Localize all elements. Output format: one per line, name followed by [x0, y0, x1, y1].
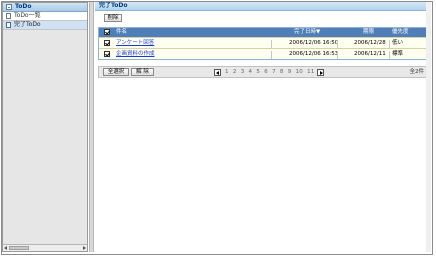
todo-subject-link[interactable]: 企画資料の作成 [116, 51, 155, 58]
row-checkbox[interactable] [104, 51, 110, 57]
sidebar: ToDo ToDo一覧 完了ToDo [2, 2, 88, 252]
sidebar-item-label: ToDo一覧 [14, 12, 41, 19]
page-link[interactable]: 8 [280, 69, 284, 75]
delete-button[interactable]: 削除 [104, 14, 122, 22]
column-divider [271, 51, 272, 59]
page-link[interactable]: 4 [249, 69, 253, 75]
scrollbar-thumb[interactable] [9, 246, 29, 250]
column-divider [389, 51, 390, 59]
table-row[interactable]: アンケート回答 2006/12/06 16:50 2006/12/28 低い [99, 37, 428, 48]
column-priority[interactable]: 優先度 [392, 29, 409, 36]
main-panel: 完了ToDo 削除 件名 完了日時▼ 期限 優先度 アンケート回答 2006/1… [95, 2, 431, 252]
sidebar-item-label: 完了ToDo [14, 21, 41, 28]
folder-icon [6, 4, 12, 10]
scroll-left-icon[interactable] [4, 246, 7, 250]
completed-datetime: 2006/12/06 16:50 [289, 40, 339, 46]
prev-page-icon[interactable] [214, 69, 221, 76]
column-subject[interactable]: 件名 [116, 29, 127, 36]
page-link[interactable]: 6 [264, 69, 268, 75]
page-numbers: 1 2 3 4 5 6 7 8 9 10 11 [225, 68, 317, 77]
todo-table: 件名 完了日時▼ 期限 優先度 アンケート回答 2006/12/06 16:50… [98, 27, 429, 60]
sidebar-horizontal-scrollbar[interactable] [3, 244, 87, 251]
sidebar-item-todo-list[interactable]: ToDo一覧 [3, 12, 87, 21]
column-due[interactable]: 期限 [363, 29, 374, 36]
todo-subject-link[interactable]: アンケート回答 [116, 40, 154, 47]
page-link[interactable]: 11 [307, 69, 314, 75]
column-completed[interactable]: 完了日時▼ [294, 29, 320, 36]
document-icon [6, 13, 11, 19]
scroll-right-icon[interactable] [83, 246, 86, 250]
pane-splitter[interactable] [89, 2, 94, 252]
page-link[interactable]: 3 [241, 69, 245, 75]
sidebar-header[interactable]: ToDo [3, 3, 87, 12]
sidebar-empty-area [3, 30, 87, 243]
due-date: 2006/12/28 [354, 40, 386, 46]
toolbar: 削除 [95, 11, 431, 23]
page-link[interactable]: 9 [288, 69, 292, 75]
page-link[interactable]: 10 [296, 69, 303, 75]
column-divider [389, 40, 390, 48]
page-title: 完了ToDo [95, 2, 431, 11]
pager-bar: 全選択 解 除 1 2 3 4 5 6 7 8 9 10 11 全2件 [98, 66, 429, 78]
total-count: 全2件 [409, 69, 425, 75]
due-date: 2006/12/11 [354, 51, 386, 57]
page-link[interactable]: 5 [256, 69, 260, 75]
column-divider [271, 40, 272, 48]
select-all-checkbox[interactable] [104, 29, 110, 35]
clear-selection-button[interactable]: 解 除 [131, 68, 154, 76]
table-header: 件名 完了日時▼ 期限 優先度 [99, 28, 428, 37]
row-checkbox[interactable] [104, 40, 110, 46]
column-divider [337, 40, 338, 48]
main-vertical-scrollbar[interactable] [426, 2, 431, 252]
priority: 低い [392, 40, 404, 46]
priority: 標準 [392, 51, 404, 57]
next-page-icon[interactable] [317, 69, 324, 76]
page-link[interactable]: 7 [272, 69, 276, 75]
column-divider [337, 51, 338, 59]
select-all-button[interactable]: 全選択 [103, 68, 129, 76]
page-link[interactable]: 1 [225, 69, 229, 75]
sidebar-item-completed-todo[interactable]: 完了ToDo [3, 21, 87, 30]
completed-datetime: 2006/12/06 16:53 [289, 51, 339, 57]
sidebar-header-label: ToDo [15, 3, 32, 10]
page-link[interactable]: 2 [233, 69, 237, 75]
table-row[interactable]: 企画資料の作成 2006/12/06 16:53 2006/12/11 標準 [99, 48, 428, 59]
document-icon [6, 22, 11, 28]
